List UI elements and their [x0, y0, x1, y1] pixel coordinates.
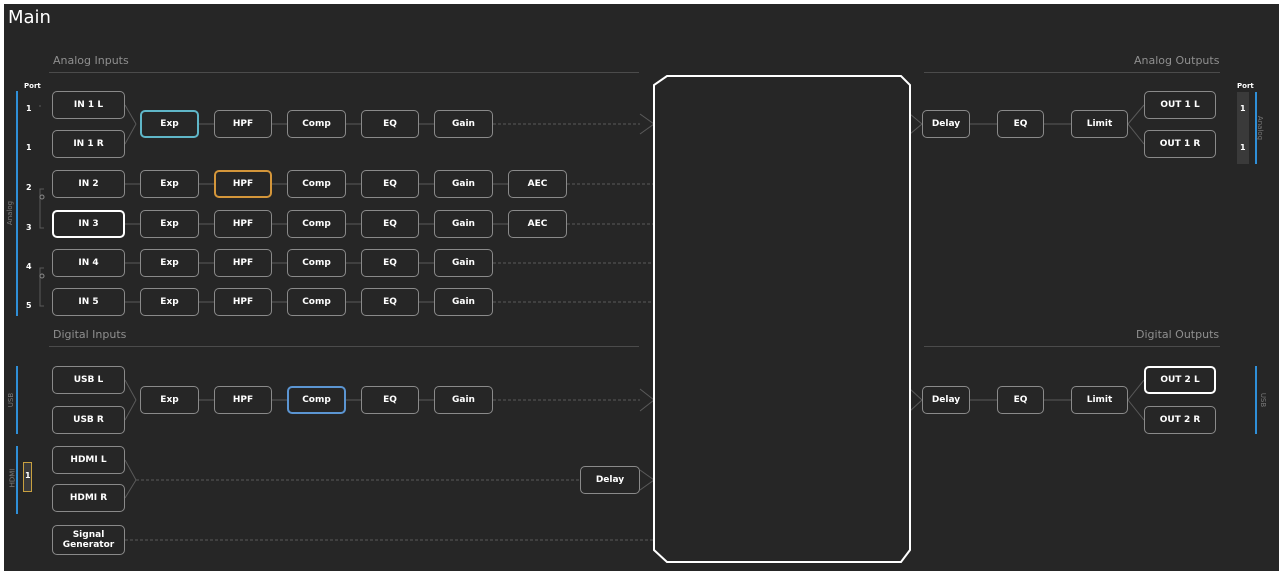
limit-block[interactable]: Limit — [1071, 110, 1128, 138]
comp-block[interactable]: Comp — [287, 386, 346, 414]
exp-block[interactable]: Exp — [140, 170, 199, 198]
routing-matrix[interactable] — [653, 75, 911, 563]
input-in2[interactable]: IN 2 — [52, 170, 125, 198]
port-number[interactable]: 1 — [26, 143, 32, 152]
eq-block[interactable]: EQ — [361, 170, 419, 198]
digital-inputs-divider — [49, 346, 639, 347]
gain-block[interactable]: Gain — [434, 386, 493, 414]
hpf-block[interactable]: HPF — [214, 386, 272, 414]
input-hdmir[interactable]: HDMI R — [52, 484, 125, 512]
digital-inputs-heading: Digital Inputs — [53, 328, 127, 341]
port-number[interactable]: 3 — [26, 223, 32, 232]
port-number[interactable]: 2 — [26, 183, 32, 192]
port-number[interactable]: 5 — [26, 301, 32, 310]
output-out1r[interactable]: OUT 1 R — [1144, 130, 1216, 158]
out-port-panel — [1237, 92, 1249, 164]
hpf-block[interactable]: HPF — [214, 288, 272, 316]
exp-block[interactable]: Exp — [140, 210, 199, 238]
eq-block[interactable]: EQ — [997, 386, 1044, 414]
aec-block[interactable]: AEC — [508, 170, 567, 198]
page-title: Main — [8, 7, 51, 28]
comp-block[interactable]: Comp — [287, 170, 346, 198]
hdmi-side-label: HDMI — [8, 468, 17, 488]
usb-port-bar — [16, 366, 18, 434]
comp-block[interactable]: Comp — [287, 210, 346, 238]
input-usbr[interactable]: USB R — [52, 406, 125, 434]
port-number[interactable]: 4 — [26, 262, 32, 271]
hpf-block[interactable]: HPF — [214, 210, 272, 238]
port-number[interactable]: 1 — [26, 104, 32, 113]
eq-block[interactable]: EQ — [361, 249, 419, 277]
aec-block[interactable]: AEC — [508, 210, 567, 238]
usb-side-label: USB — [7, 392, 16, 408]
main-canvas: Main Analog Inputs Analog Outputs Digita… — [4, 4, 1279, 571]
gain-block[interactable]: Gain — [434, 249, 493, 277]
comp-block[interactable]: Comp — [287, 249, 346, 277]
analog-inputs-divider — [49, 72, 639, 73]
hpf-block[interactable]: HPF — [214, 110, 272, 138]
gain-block[interactable]: Gain — [434, 170, 493, 198]
input-in1r[interactable]: IN 1 R — [52, 130, 125, 158]
input-in1l[interactable]: IN 1 L — [52, 91, 125, 119]
input-in4[interactable]: IN 4 — [52, 249, 125, 277]
digital-outputs-heading: Digital Outputs — [1136, 328, 1220, 341]
port-number[interactable]: 1 — [25, 471, 31, 480]
delay-block[interactable]: Delay — [922, 110, 970, 138]
analog-out-side-label: Analog — [1256, 115, 1265, 141]
eq-block[interactable]: EQ — [997, 110, 1044, 138]
input-in5[interactable]: IN 5 — [52, 288, 125, 316]
port-number[interactable]: 1 — [1240, 104, 1246, 113]
digital-outputs-divider — [924, 346, 1220, 347]
exp-block[interactable]: Exp — [140, 288, 199, 316]
eq-block[interactable]: EQ — [361, 386, 419, 414]
hpf-block[interactable]: HPF — [214, 170, 272, 198]
limit-block[interactable]: Limit — [1071, 386, 1128, 414]
analog-inputs-heading: Analog Inputs — [53, 54, 129, 67]
analog-outputs-heading: Analog Outputs — [1134, 54, 1220, 67]
port-header: Port — [1237, 82, 1254, 90]
output-out1l[interactable]: OUT 1 L — [1144, 91, 1216, 119]
comp-block[interactable]: Comp — [287, 110, 346, 138]
analog-side-label: Analog — [6, 200, 15, 226]
analog-port-bar — [16, 91, 18, 316]
input-usbl[interactable]: USB L — [52, 366, 125, 394]
input-signal-generator[interactable]: Signal Generator — [52, 525, 125, 555]
exp-block[interactable]: Exp — [140, 386, 199, 414]
gain-block[interactable]: Gain — [434, 110, 493, 138]
analog-outputs-divider — [924, 72, 1220, 73]
port-header: Port — [24, 82, 41, 90]
input-in3[interactable]: IN 3 — [52, 210, 125, 238]
exp-block[interactable]: Exp — [140, 110, 199, 138]
usb-out-side-label: USB — [1259, 392, 1268, 408]
output-out2r[interactable]: OUT 2 R — [1144, 406, 1216, 434]
gain-block[interactable]: Gain — [434, 288, 493, 316]
gain-block[interactable]: Gain — [434, 210, 493, 238]
comp-block[interactable]: Comp — [287, 288, 346, 316]
port-number[interactable]: 1 — [1240, 143, 1246, 152]
input-hdmil[interactable]: HDMI L — [52, 446, 125, 474]
eq-block[interactable]: EQ — [361, 210, 419, 238]
hpf-block[interactable]: HPF — [214, 249, 272, 277]
hdmi-delay-block[interactable]: Delay — [580, 466, 640, 494]
exp-block[interactable]: Exp — [140, 249, 199, 277]
eq-block[interactable]: EQ — [361, 110, 419, 138]
eq-block[interactable]: EQ — [361, 288, 419, 316]
delay-block[interactable]: Delay — [922, 386, 970, 414]
output-out2l[interactable]: OUT 2 L — [1144, 366, 1216, 394]
usb-out-port-bar — [1255, 366, 1257, 434]
